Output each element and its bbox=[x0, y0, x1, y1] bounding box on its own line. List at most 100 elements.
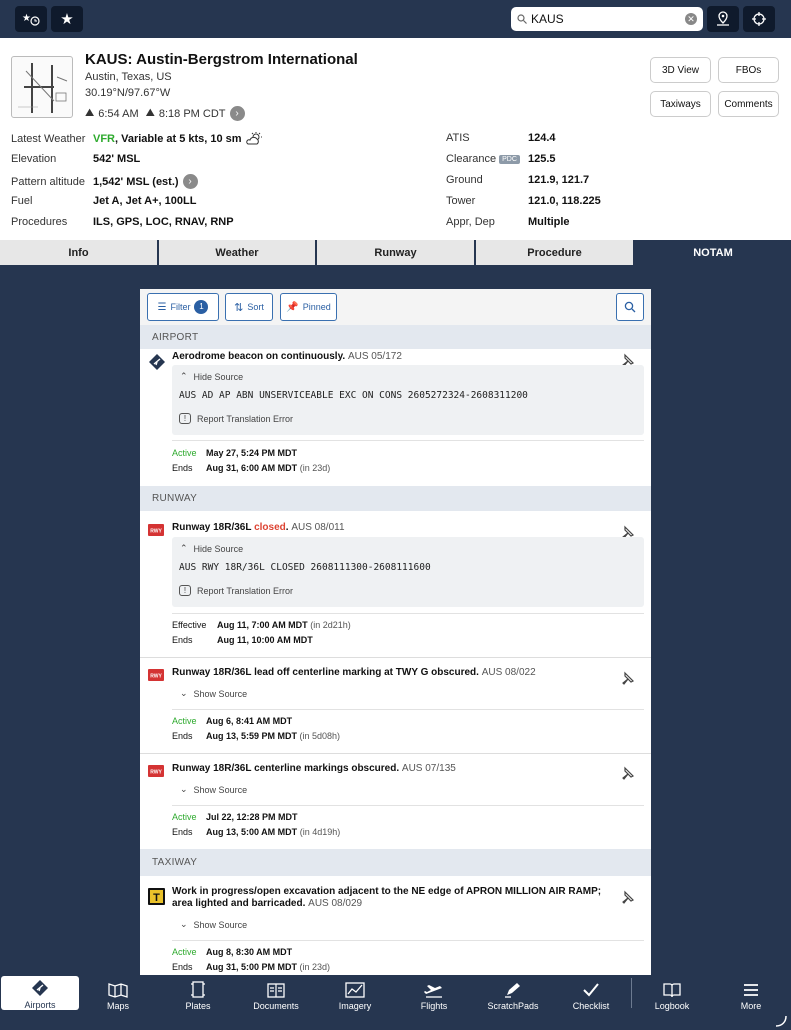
procedures-row[interactable]: Procedures ILS, GPS, LOC, RNAV, RNP bbox=[11, 216, 234, 228]
end-value: Aug 13, 5:59 PM MDT bbox=[206, 731, 298, 741]
nav-flights[interactable]: Flights bbox=[401, 975, 467, 1011]
chevron-down-icon: ⌄ bbox=[180, 919, 188, 929]
nav-imagery[interactable]: Imagery bbox=[322, 975, 388, 1011]
nav-airports[interactable]: Airports bbox=[1, 976, 79, 1010]
info-value: 1,542' MSL (est.) bbox=[93, 175, 179, 188]
tab-weather[interactable]: Weather bbox=[159, 240, 315, 265]
clearance-row[interactable]: Clearance PDC 125.5 bbox=[446, 153, 556, 165]
search-input[interactable]: KAUS ✕ bbox=[511, 7, 703, 31]
tab-notam[interactable]: NOTAM bbox=[635, 240, 791, 265]
nav-logbook[interactable]: Logbook bbox=[639, 975, 705, 1011]
info-value: Multiple bbox=[528, 216, 570, 228]
show-source-toggle[interactable]: ⌄ Show Source bbox=[180, 784, 247, 795]
approach-departure-row[interactable]: Appr, Dep Multiple bbox=[446, 216, 570, 228]
info-value: 125.5 bbox=[528, 153, 556, 165]
divider bbox=[172, 709, 644, 710]
runway-badge-icon: RWY bbox=[148, 765, 164, 777]
notam-title-text: Runway 18R/36L lead off centerline marki… bbox=[172, 667, 479, 678]
latest-weather-row[interactable]: Latest Weather VFR , Variable at 5 kts, … bbox=[11, 132, 263, 146]
svg-text:★: ★ bbox=[22, 13, 31, 24]
search-icon bbox=[624, 301, 636, 313]
notam-start-row: Active Jul 22, 12:28 PM MDT bbox=[172, 812, 298, 822]
nav-label: Documents bbox=[253, 1001, 299, 1011]
pin-icon: 📌 bbox=[286, 301, 299, 313]
nav-documents[interactable]: Documents bbox=[243, 975, 309, 1011]
airport-title: KAUS: Austin-Bergstrom International bbox=[85, 51, 358, 68]
show-source-toggle[interactable]: ⌄ Show Source bbox=[180, 919, 247, 930]
notam-end-row: Ends Aug 13, 5:00 AM MDT (in 4d19h) bbox=[172, 827, 340, 837]
nav-more[interactable]: More bbox=[718, 975, 784, 1011]
sunset-time: 8:18 PM CDT bbox=[158, 107, 226, 120]
clear-search-icon[interactable]: ✕ bbox=[685, 13, 697, 25]
svg-text:RWY: RWY bbox=[150, 674, 162, 680]
tower-row[interactable]: Tower 121.0, 118.225 bbox=[446, 195, 601, 207]
info-label: Procedures bbox=[11, 216, 68, 228]
airplane-takeoff-icon bbox=[424, 985, 442, 998]
start-value: May 27, 5:24 PM MDT bbox=[206, 448, 298, 458]
tab-runway[interactable]: Runway bbox=[317, 240, 474, 265]
hide-source-label: Hide Source bbox=[193, 371, 244, 382]
logbook-icon bbox=[663, 983, 681, 998]
sunrise-icon: ⛰ bbox=[85, 107, 95, 119]
filter-button[interactable]: ☰ Filter 1 bbox=[147, 293, 219, 321]
chevron-right-icon[interactable]: › bbox=[229, 106, 245, 121]
chevron-right-icon[interactable]: › bbox=[182, 174, 198, 189]
pin-icon[interactable] bbox=[619, 671, 635, 687]
hide-source-toggle[interactable]: ⌃ Hide Source bbox=[180, 371, 243, 382]
pinned-button[interactable]: 📌 Pinned bbox=[280, 293, 337, 321]
comments-button[interactable]: Comments bbox=[718, 91, 779, 117]
pin-icon[interactable] bbox=[619, 766, 635, 782]
nav-scratchpads[interactable]: ScratchPads bbox=[480, 975, 546, 1011]
nav-checklist[interactable]: Checklist bbox=[558, 975, 624, 1011]
pinned-label: Pinned bbox=[302, 302, 331, 312]
airport-header: KAUS: Austin-Bergstrom International Aus… bbox=[0, 38, 791, 240]
nav-label: More bbox=[740, 1001, 762, 1011]
notam-end-row: Ends Aug 31, 5:00 PM MDT (in 23d) bbox=[172, 962, 330, 972]
pin-icon[interactable] bbox=[619, 890, 635, 906]
nav-maps[interactable]: Maps bbox=[85, 975, 151, 1011]
chevron-down-icon: ⌄ bbox=[180, 784, 188, 794]
airport-diagram-thumbnail[interactable] bbox=[11, 56, 73, 118]
nav-plates[interactable]: Plates bbox=[165, 975, 231, 1011]
tab-bar: Info Weather Runway Procedure NOTAM bbox=[0, 240, 791, 265]
sunset-icon: ⛰ bbox=[145, 107, 155, 119]
recent-favorites-button[interactable]: ★ bbox=[15, 6, 47, 32]
report-translation-error[interactable]: ! Report Translation Error bbox=[179, 585, 293, 596]
start-value: Aug 8, 8:30 AM MDT bbox=[206, 947, 293, 957]
nearest-button[interactable] bbox=[743, 6, 775, 32]
flight-category: VFR bbox=[93, 133, 115, 145]
report-label: Report Translation Error bbox=[197, 585, 294, 596]
svg-text:T: T bbox=[153, 892, 160, 904]
hide-source-toggle[interactable]: ⌃ Hide Source bbox=[180, 543, 243, 554]
sort-button[interactable]: ⇅ Sort bbox=[225, 293, 273, 321]
atis-row[interactable]: ATIS 124.4 bbox=[446, 132, 556, 144]
notam-title: Runway 18R/36L centerline markings obscu… bbox=[172, 763, 602, 775]
locate-airport-button[interactable] bbox=[707, 6, 739, 32]
3d-view-button[interactable]: 3D View bbox=[650, 57, 711, 83]
info-label: Clearance PDC bbox=[446, 153, 528, 165]
divider bbox=[140, 657, 651, 658]
ground-row[interactable]: Ground 121.9, 121.7 bbox=[446, 174, 589, 186]
hamburger-menu-icon bbox=[744, 984, 758, 996]
pencil-icon bbox=[505, 983, 520, 998]
resize-corner-icon[interactable] bbox=[774, 1014, 788, 1028]
search-value: KAUS bbox=[531, 12, 564, 26]
filter-icon: ☰ bbox=[157, 301, 167, 313]
notam-toolbar: ☰ Filter 1 ⇅ Sort 📌 Pinned bbox=[140, 289, 651, 325]
report-translation-error[interactable]: ! Report Translation Error bbox=[179, 413, 293, 424]
end-label: Ends bbox=[172, 962, 193, 972]
pattern-altitude-row[interactable]: Pattern altitude 1,542' MSL (est.) › bbox=[11, 174, 198, 189]
notam-search-button[interactable] bbox=[616, 293, 644, 321]
sort-label: Sort bbox=[247, 302, 264, 312]
chevron-up-icon: ⌃ bbox=[180, 543, 188, 553]
fbos-button[interactable]: FBOs bbox=[718, 57, 779, 83]
airport-city: Austin, Texas, US bbox=[85, 71, 172, 83]
favorites-button[interactable]: ★ bbox=[51, 6, 83, 32]
tab-procedure[interactable]: Procedure bbox=[476, 240, 633, 265]
show-source-toggle[interactable]: ⌄ Show Source bbox=[180, 688, 247, 699]
notam-source-box: ⌃ Hide Source AUS RWY 18R/36L CLOSED 2608… bbox=[172, 537, 644, 607]
tab-info[interactable]: Info bbox=[0, 240, 157, 265]
taxiways-button[interactable]: Taxiways bbox=[650, 91, 711, 117]
chevron-down-icon: ⌄ bbox=[180, 688, 188, 698]
nav-label: Checklist bbox=[572, 1001, 610, 1011]
